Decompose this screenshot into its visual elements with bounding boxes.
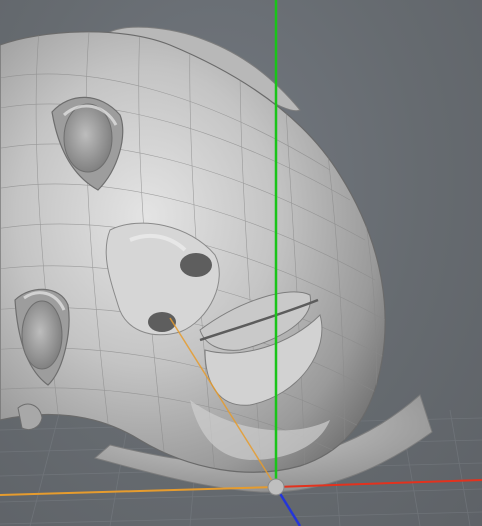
origin-pivot-icon[interactable] (267, 478, 285, 496)
3d-viewport[interactable] (0, 0, 482, 526)
viewport-canvas[interactable] (0, 0, 482, 526)
z-axis (0, 486, 277, 496)
